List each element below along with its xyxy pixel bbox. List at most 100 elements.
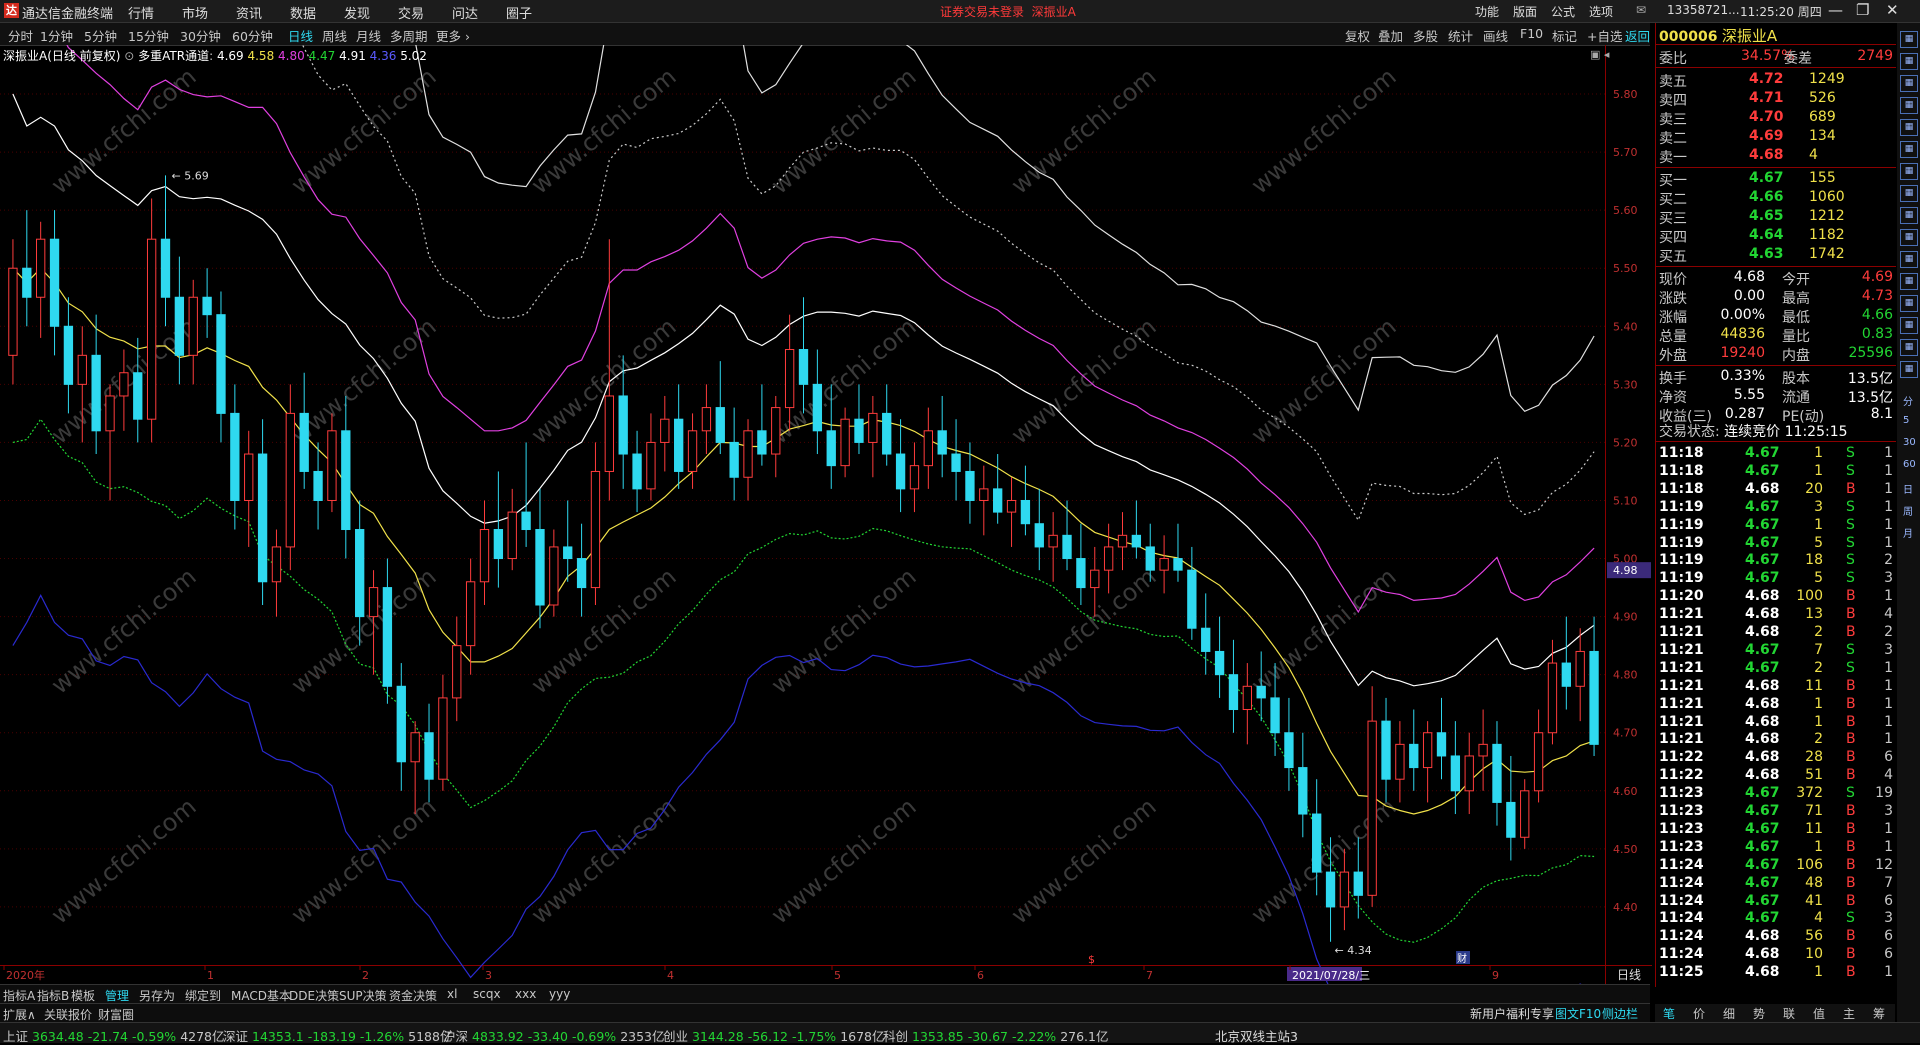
menu-hangqing[interactable]: 行情 (128, 3, 154, 22)
quote-icon[interactable]: ▦ (1900, 31, 1918, 48)
tab-wealth-circle[interactable]: 财富圈 (98, 1006, 134, 1023)
tool-back[interactable]: 返回 (1625, 26, 1650, 45)
tool-f10[interactable]: F10 (1520, 26, 1543, 41)
buy-level-row[interactable]: 买二 4.66 1060 (1659, 189, 1893, 208)
side-period-button[interactable]: 5 (1903, 415, 1909, 426)
quote-panel-tab[interactable]: 联 (1783, 1005, 1795, 1022)
rsi-icon[interactable]: ▦ (1900, 251, 1918, 268)
grid-icon[interactable]: ▦ (1900, 75, 1918, 92)
side-period-button[interactable]: 30 (1903, 437, 1916, 448)
tool-add-watchlist[interactable]: +自选 (1587, 26, 1622, 45)
period-multi[interactable]: 多周期 (390, 26, 428, 45)
menu-jiaoyi[interactable]: 交易 (398, 3, 424, 22)
indicator-tab[interactable]: yyy (549, 987, 570, 1001)
news-icon[interactable]: ▦ (1900, 163, 1918, 180)
indicator-tab[interactable]: 指标A (3, 987, 35, 1004)
indicator-tab[interactable]: xxx (515, 987, 536, 1001)
buy-level-row[interactable]: 买五 4.63 1742 (1659, 246, 1893, 265)
indicator-tab[interactable]: 绑定到 (185, 987, 221, 1004)
menu-wenda[interactable]: 问达 (452, 3, 478, 22)
side-period-button[interactable]: 周 (1903, 503, 1913, 518)
promo-text[interactable]: 新用户福利专享 (1470, 1005, 1554, 1022)
sell-level-row[interactable]: 卖三 4.70 689 (1659, 109, 1893, 128)
quote-panel-tab[interactable]: 价 (1693, 1005, 1705, 1022)
sell-level-row[interactable]: 卖二 4.69 134 (1659, 128, 1893, 147)
index-quote[interactable]: 沪深 4833.92 -33.40 -0.69% 2353亿 (443, 1026, 665, 1045)
stats-icon[interactable]: ▦ (1900, 141, 1918, 158)
cloud-icon[interactable]: ▦ (1900, 317, 1918, 334)
sell-level-row[interactable]: 卖四 4.71 526 (1659, 90, 1893, 109)
tool-tongji[interactable]: 统计 (1448, 26, 1473, 45)
menu-shichang[interactable]: 市场 (182, 3, 208, 22)
indicator-tab[interactable]: 模板 (71, 987, 95, 1004)
sell-level-row[interactable]: 卖一 4.68 4 (1659, 147, 1893, 166)
account-label[interactable]: 13358721... (1667, 3, 1740, 17)
tool-biaoji[interactable]: 标记 (1552, 26, 1577, 45)
side-period-button[interactable]: 月 (1903, 525, 1913, 540)
period-more[interactable]: 更多 › (436, 26, 470, 45)
period-60min[interactable]: 60分钟 (232, 26, 273, 45)
indicator-toggle-icon[interactable]: ⊙ (124, 49, 134, 63)
kline-chart[interactable]: 5.805.705.605.505.405.305.205.105.004.90… (0, 45, 1652, 984)
side-period-button[interactable]: 分 (1903, 393, 1913, 408)
menu-zixun[interactable]: 资讯 (236, 3, 262, 22)
link-f10[interactable]: 图文F10 (1555, 1005, 1601, 1022)
f10-icon[interactable]: ▦ (1900, 339, 1918, 356)
restore-icon[interactable]: ❐ (1856, 1, 1869, 19)
period-5min[interactable]: 5分钟 (84, 26, 117, 45)
tool-huaxian[interactable]: 画线 (1483, 26, 1508, 45)
table-icon[interactable]: ▦ (1900, 119, 1918, 136)
buy-level-row[interactable]: 买四 4.64 1182 (1659, 227, 1893, 246)
index-quote[interactable]: 上证 3634.48 -21.74 -0.59% 4278亿 (3, 1026, 225, 1045)
link-sidebar[interactable]: 侧边栏 (1602, 1005, 1638, 1022)
quote-panel-tab[interactable]: 细 (1723, 1005, 1735, 1022)
menu-quanzi[interactable]: 圈子 (506, 3, 532, 22)
index-quote[interactable]: 创业 3144.28 -56.12 -1.75% 1678亿 (663, 1026, 885, 1045)
tool-duogu[interactable]: 多股 (1413, 26, 1438, 45)
arrow-icon[interactable]: ▦ (1900, 273, 1918, 290)
index-quote[interactable]: 深证 14353.1 -183.19 -1.26% 5188亿 (223, 1026, 452, 1045)
buy-level-row[interactable]: 买一 4.67 155 (1659, 170, 1893, 189)
indicator-tab[interactable]: DDE决策 (289, 987, 339, 1004)
event-marker[interactable]: 财 (1457, 952, 1467, 965)
tool-fuquan[interactable]: 复权 (1345, 26, 1370, 45)
indicator-tab[interactable]: MACD基本 (231, 987, 291, 1004)
period-1min[interactable]: 1分钟 (40, 26, 73, 45)
indicator-tab[interactable]: 资金决策 (389, 987, 437, 1004)
indicator-name[interactable]: 多重ATR通道 (138, 49, 209, 63)
calendar-icon[interactable]: ▦ (1900, 185, 1918, 202)
quote-panel-tab[interactable]: 笔 (1663, 1005, 1675, 1022)
quote-panel-tab[interactable]: 势 (1753, 1005, 1765, 1022)
period-monthly[interactable]: 月线 (356, 26, 381, 45)
chart-icon[interactable]: ▦ (1900, 97, 1918, 114)
quote-panel-tab[interactable]: 主 (1843, 1005, 1855, 1022)
indicator-tab[interactable]: 管理 (105, 987, 129, 1004)
period-weekly[interactable]: 周线 (322, 26, 347, 45)
period-fenshi[interactable]: 分时 (8, 26, 33, 45)
quote-panel-tab[interactable]: 筹 (1873, 1005, 1885, 1022)
close-icon[interactable]: ✕ (1886, 1, 1899, 19)
index-quote[interactable]: 科创 1353.85 -30.67 -2.22% 276.1亿 (883, 1026, 1108, 1045)
list-icon[interactable]: ▦ (1900, 53, 1918, 70)
tab-expand[interactable]: 扩展∧ (3, 1006, 36, 1023)
indicator-tab[interactable]: SUP决策 (339, 987, 387, 1004)
tab-related-quotes[interactable]: 关联报价 (44, 1006, 92, 1023)
toolbar-banmian[interactable]: 版面 (1513, 3, 1537, 20)
period-30min[interactable]: 30分钟 (180, 26, 221, 45)
chart-settings-icon[interactable]: ▣ ◂ (1590, 48, 1610, 61)
fund-icon[interactable]: ▦ (1900, 295, 1918, 312)
toolbar-xuanxiang[interactable]: 选项 (1589, 3, 1613, 20)
side-period-button[interactable]: 日 (1903, 481, 1913, 496)
minimize-icon[interactable]: — (1828, 1, 1843, 19)
mail-icon[interactable]: ✉ (1636, 3, 1646, 17)
indicator-tab[interactable]: 指标B (37, 987, 69, 1004)
quote-panel-tab[interactable]: 值 (1813, 1005, 1825, 1022)
buy-level-row[interactable]: 买三 4.65 1212 (1659, 208, 1893, 227)
menu-shuju[interactable]: 数据 (290, 3, 316, 22)
indicator-tab[interactable]: xl (447, 987, 457, 1001)
period-daily[interactable]: 日线 (288, 26, 313, 45)
indicator-tab[interactable]: 另存为 (139, 987, 175, 1004)
event-marker[interactable]: $ (1088, 953, 1095, 966)
login-notice[interactable]: 证券交易未登录 深振业A (940, 3, 1076, 20)
tool-diejia[interactable]: 叠加 (1378, 26, 1403, 45)
